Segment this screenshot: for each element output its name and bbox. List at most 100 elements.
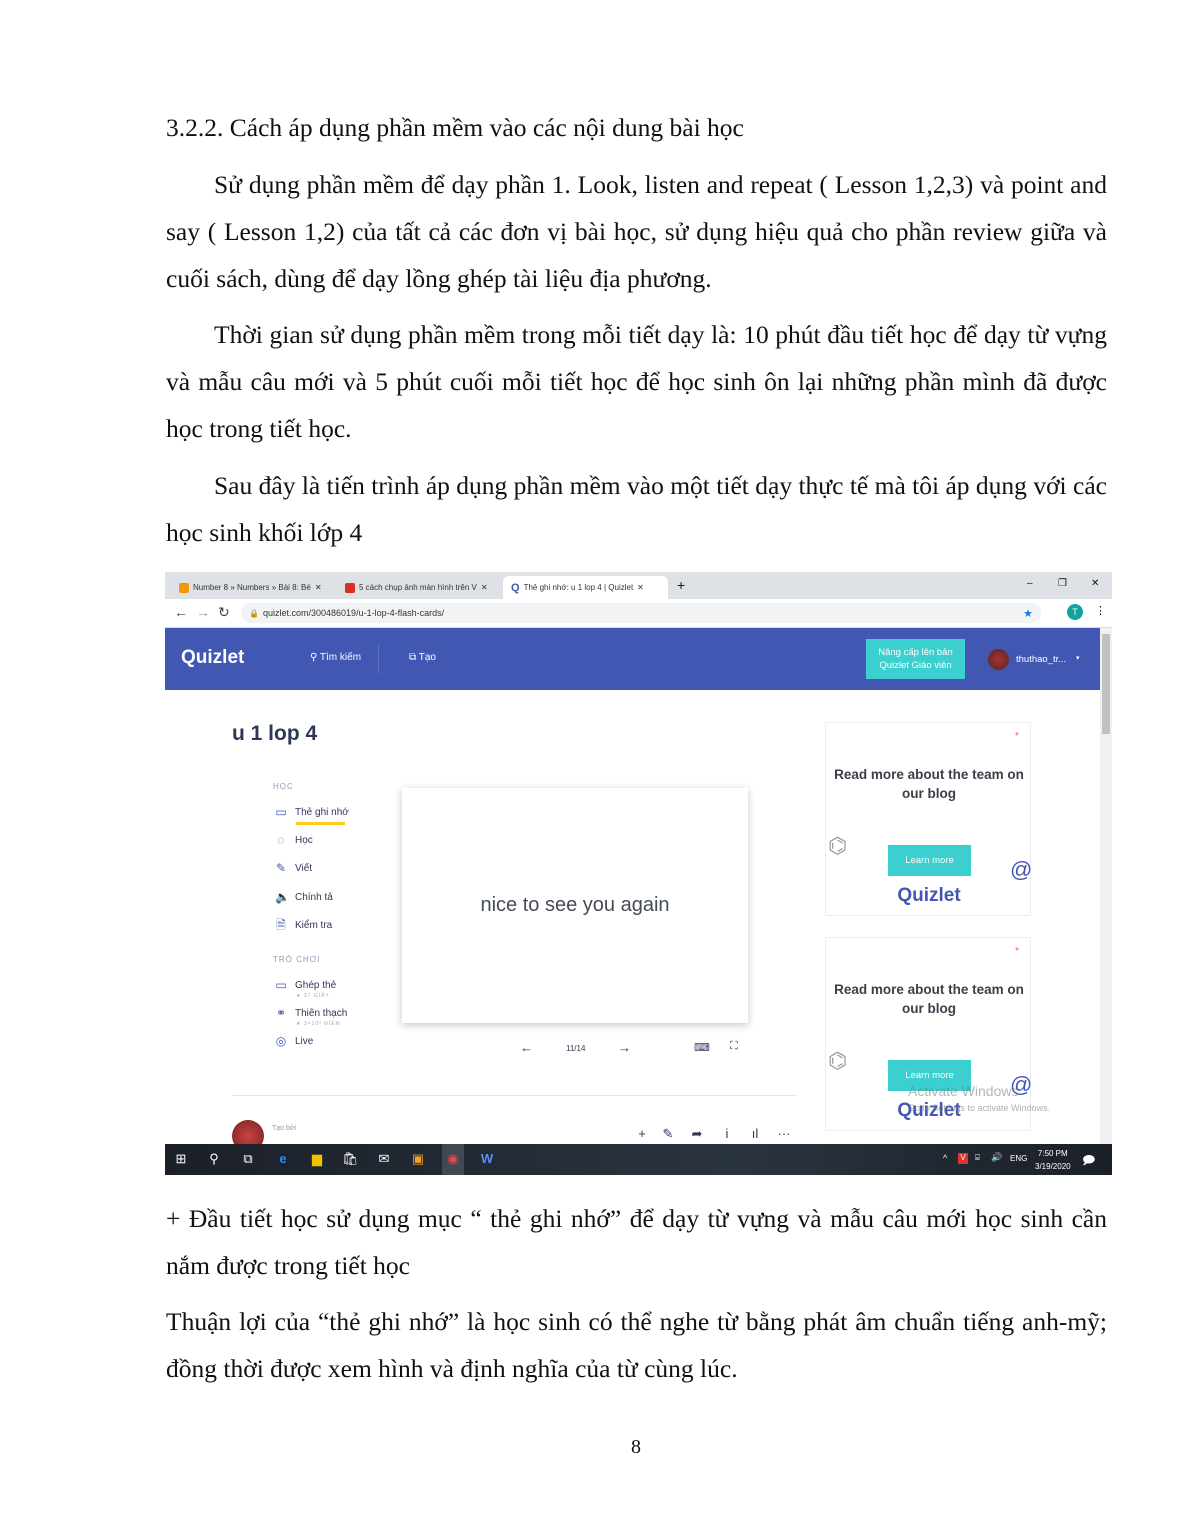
gravity-record: ★ 3×10³ ĐIỂM (296, 1021, 341, 1027)
tab-favicon-icon (179, 582, 189, 593)
study-item-spell[interactable]: 🔈 Chính tả (275, 891, 333, 903)
molecule-icon: ⌬ (828, 833, 848, 858)
profile-avatar[interactable]: T (1067, 604, 1083, 620)
quizlet-favicon-icon: Q (511, 581, 520, 594)
ad-title: Read more about the team on our blog (834, 982, 1024, 1016)
search-icon: ⚲ (310, 652, 320, 663)
study-item-test[interactable]: 🗎 Kiểm tra (275, 919, 332, 931)
search-button[interactable]: ⚲ Tìm kiếm (310, 652, 361, 663)
page-number: 8 (631, 1436, 641, 1458)
test-icon: 🗎 (276, 918, 286, 932)
star-icon[interactable]: ★ (1023, 607, 1033, 620)
spell-icon: 🔈 (275, 890, 290, 904)
study-item-write[interactable]: ✎ Viết (275, 862, 312, 874)
item-label: Live (295, 1035, 314, 1047)
store-icon[interactable]: 🛍 (342, 1151, 359, 1167)
search-label: Tìm kiếm (319, 652, 362, 663)
volume-icon[interactable]: 🔊 (991, 1152, 1002, 1163)
tray-chevron-icon[interactable]: ^ (943, 1153, 947, 1163)
asterisk-icon: * (1015, 731, 1019, 742)
minimize-button[interactable]: – (1027, 578, 1033, 589)
game-item-gravity[interactable]: ⚭ Thiên thạch (275, 1007, 347, 1019)
maximize-button[interactable]: ❐ (1058, 578, 1067, 589)
clock[interactable]: 7:50 PM 3/19/2020 (1035, 1147, 1071, 1173)
mail-icon[interactable]: ✉ (376, 1151, 392, 1167)
tab-label: Thẻ ghi nhớ: u 1 lop 4 | Quizlet (523, 583, 634, 592)
tray-app-icon[interactable]: V (958, 1153, 968, 1164)
keyboard-icon[interactable]: ⌨ (694, 1041, 710, 1054)
item-label: Thẻ ghi nhớ (295, 806, 349, 818)
games-section-label: TRÒ CHƠI (273, 955, 321, 964)
study-item-learn[interactable]: ◌ Học (275, 834, 312, 846)
file-explorer-icon[interactable]: ▆ (309, 1151, 325, 1167)
quizlet-nav: Quizlet ⚲ Tìm kiếm ⧉ Tạo Nâng cấp lên bả… (165, 628, 1100, 690)
close-icon[interactable]: ✕ (315, 583, 322, 592)
clock-time: 7:50 PM (1037, 1149, 1068, 1158)
user-avatar[interactable] (988, 649, 1009, 670)
url-text: quizlet.com/300486019/u-1-lop-4-flash-ca… (263, 608, 445, 618)
username[interactable]: thuthao_tr... (1016, 654, 1066, 665)
chrome-icon[interactable]: ◉ (445, 1151, 461, 1167)
ad-panel[interactable]: * Read more about the team on our blog ⌬… (825, 722, 1032, 916)
paragraph-2: Thời gian sử dụng phần mềm trong mỗi tiế… (166, 320, 1107, 443)
asterisk-icon: * (1015, 946, 1019, 957)
scrollbar-thumb[interactable] (1102, 634, 1110, 734)
next-card-button[interactable]: → (618, 1040, 631, 1055)
edge-icon[interactable]: e (275, 1151, 291, 1167)
section-heading: 3.2.2. Cách áp dụng phần mềm vào các nội… (166, 113, 744, 142)
stats-icon[interactable]: ıl (745, 1124, 765, 1144)
write-icon: ✎ (275, 861, 287, 875)
learn-more-button[interactable]: Learn more (888, 845, 971, 876)
url-field[interactable]: 🔒 quizlet.com/300486019/u-1-lop-4-flash-… (241, 603, 1041, 623)
share-icon[interactable]: ➦ (687, 1124, 707, 1144)
new-tab-button[interactable]: + (677, 577, 685, 593)
task-view-icon[interactable]: ⧉ (240, 1151, 256, 1167)
upgrade-button[interactable]: Nâng cấp lên bản Quizlet Giáo viên (866, 639, 965, 679)
browser-tab-bar: Number 8 » Numbers » Bài 8: Bé ✕ 5 cách c… (165, 572, 1112, 599)
tab-label: Number 8 » Numbers » Bài 8: Bé (193, 583, 311, 592)
windows-start-icon[interactable]: ⊞ (173, 1151, 189, 1167)
close-icon[interactable]: ✕ (637, 583, 644, 592)
address-bar: ← → ↻ 🔒 quizlet.com/300486019/u-1-lop-4-… (165, 599, 1112, 628)
quizlet-logo[interactable]: Quizlet (181, 647, 244, 669)
menu-icon[interactable]: ⋮ (1095, 604, 1106, 617)
more-icon[interactable]: ··· (774, 1124, 794, 1144)
close-icon[interactable]: ✕ (481, 583, 488, 592)
media-player-icon[interactable]: ▣ (410, 1151, 426, 1167)
paragraph-1: Sử dụng phần mềm để dạy phần 1. Look, li… (166, 170, 1107, 293)
divider (232, 1095, 797, 1096)
card-text: nice to see you again (480, 894, 670, 916)
edit-icon[interactable]: ✎ (658, 1124, 678, 1144)
ad-title: Read more about the team on our blog (834, 767, 1024, 801)
network-icon[interactable]: ⌸ (975, 1153, 980, 1163)
forward-icon[interactable]: → (196, 604, 210, 620)
game-item-live[interactable]: ◎ Live (275, 1035, 314, 1047)
browser-tab-active[interactable]: Q Thẻ ghi nhớ: u 1 lop 4 | Quizlet ✕ (503, 576, 668, 599)
language-indicator[interactable]: ENG (1010, 1154, 1027, 1163)
flashcard[interactable]: nice to see you again (402, 788, 748, 1023)
chevron-down-icon[interactable]: ▾ (1076, 654, 1080, 662)
search-icon[interactable]: ⚲ (206, 1151, 222, 1167)
close-window-button[interactable]: ✕ (1091, 578, 1099, 589)
ad-panel[interactable]: * Read more about the team on our blog ⌬… (825, 937, 1032, 1131)
add-icon[interactable]: + (632, 1124, 652, 1144)
info-icon[interactable]: i (717, 1124, 737, 1144)
fullscreen-icon[interactable]: ⛶ (730, 1040, 738, 1053)
item-label: Chính tả (295, 891, 333, 903)
notifications-icon[interactable]: 🗩 (1082, 1151, 1095, 1172)
windows-taskbar: ⊞ ⚲ ⧉ e ▆ 🛍 ✉ ▣ ◉ W ^ V ⌸ 🔊 ENG 7:50 PM 3… (165, 1144, 1112, 1175)
match-icon: ▭ (275, 978, 287, 992)
ad-logo: Quizlet (897, 885, 961, 906)
browser-tab[interactable]: 5 cách chụp ảnh màn hình trên V ✕ (337, 576, 502, 599)
item-label: Viết (295, 862, 313, 874)
create-button[interactable]: ⧉ Tạo (409, 652, 436, 663)
back-icon[interactable]: ← (174, 604, 188, 620)
reload-icon[interactable]: ↻ (218, 604, 230, 621)
created-by-label: Tạo bởi (272, 1125, 297, 1132)
study-item-flashcards[interactable]: ▭ Thẻ ghi nhớ (275, 806, 349, 818)
word-icon[interactable]: W (479, 1151, 495, 1167)
item-label: Kiểm tra (295, 919, 333, 931)
browser-tab[interactable]: Number 8 » Numbers » Bài 8: Bé ✕ (171, 576, 336, 599)
prev-card-button[interactable]: ← (520, 1040, 533, 1055)
game-item-match[interactable]: ▭ Ghép thẻ (275, 979, 336, 991)
